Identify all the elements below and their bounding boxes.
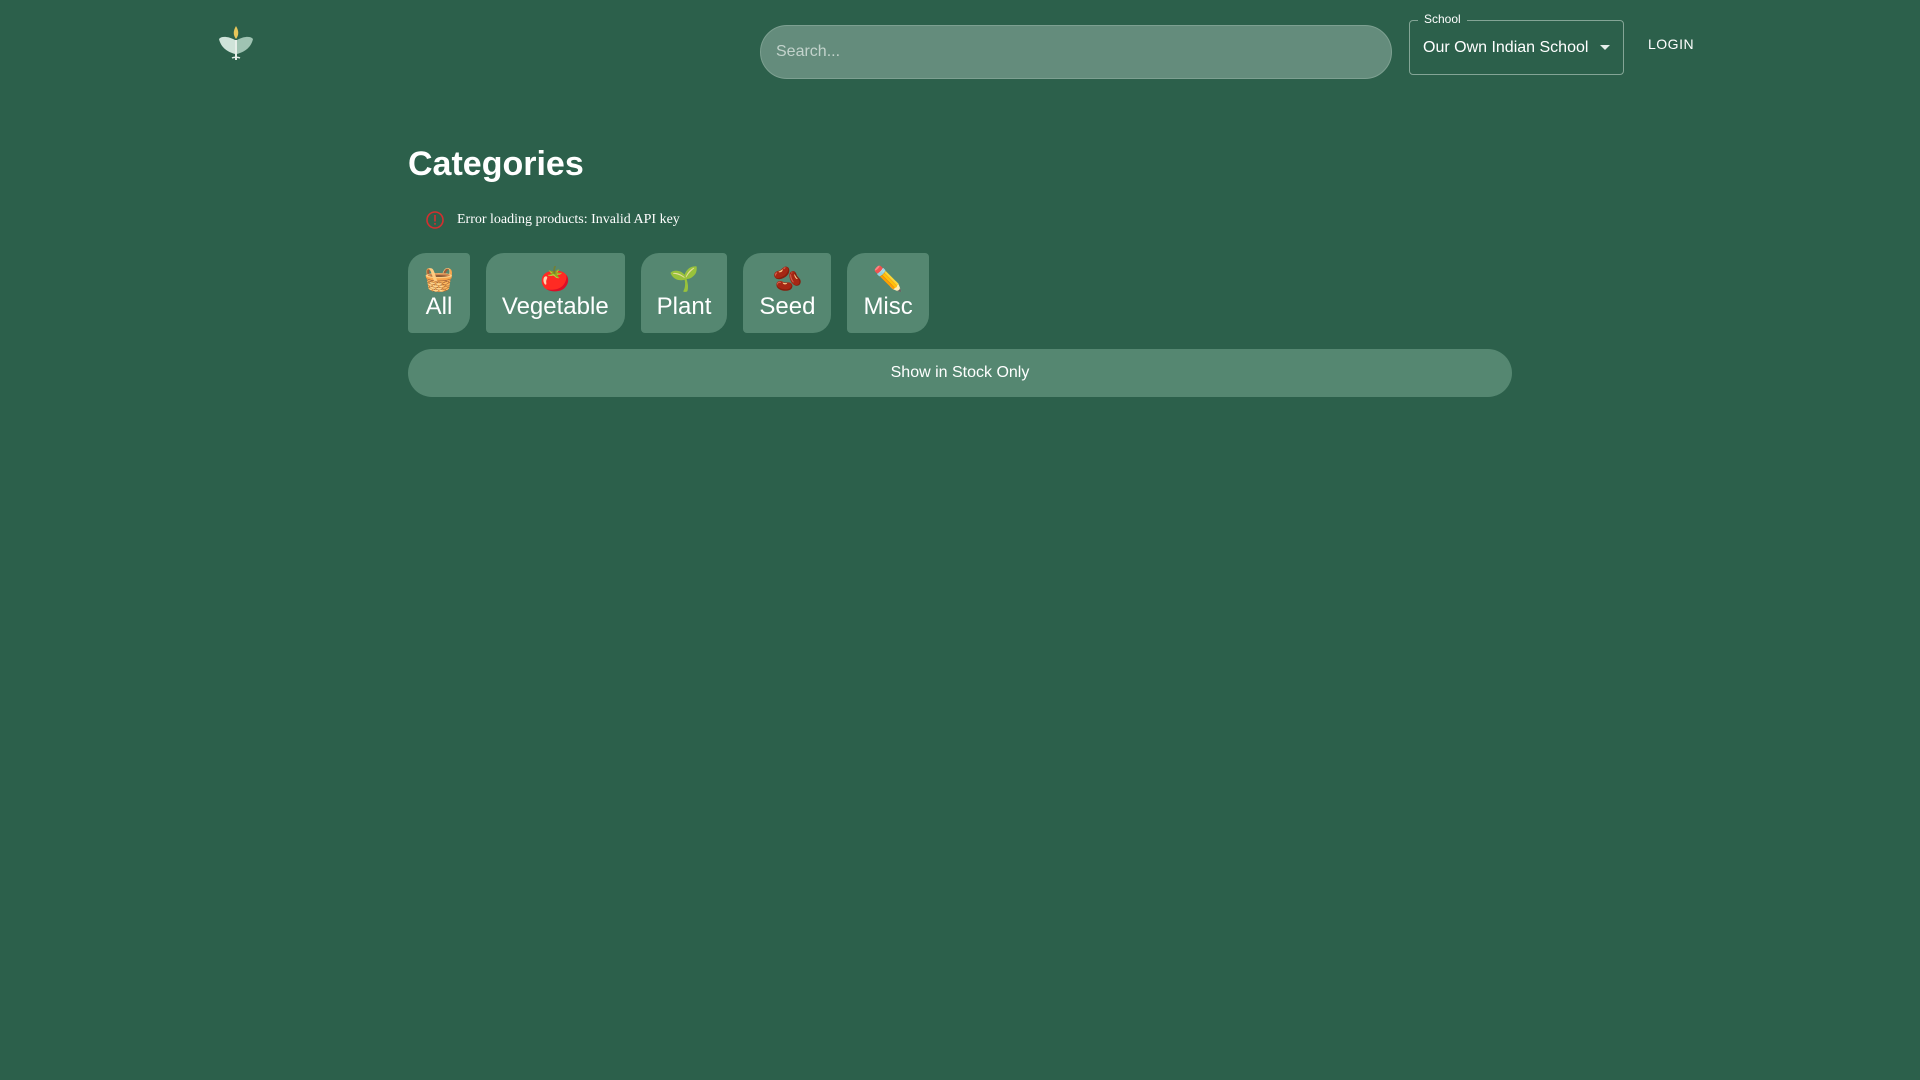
category-list: 🧺 All 🍅 Vegetable 🌱 Plant 🫘 Seed ✏️ Misc — [408, 253, 1512, 333]
school-select[interactable]: Our Own Indian School — [1409, 20, 1624, 75]
category-misc-button[interactable]: ✏️ Misc — [847, 253, 929, 333]
search-bar[interactable] — [760, 25, 1392, 79]
category-all-button[interactable]: 🧺 All — [408, 253, 470, 333]
error-alert: Error loading products: Invalid API key — [408, 206, 1512, 234]
school-select-label: School — [1418, 12, 1467, 26]
school-select-value: Our Own Indian School — [1423, 38, 1589, 56]
basket-icon: 🧺 — [424, 265, 454, 293]
category-label: Seed — [759, 293, 816, 320]
error-outline-icon — [426, 211, 444, 229]
category-label: Plant — [656, 293, 712, 320]
category-label: Vegetable — [501, 293, 609, 320]
show-in-stock-only-button[interactable]: Show in Stock Only — [408, 349, 1512, 397]
beans-icon: 🫘 — [772, 265, 803, 293]
category-plant-button[interactable]: 🌱 Plant — [640, 253, 728, 333]
category-vegetable-button[interactable]: 🍅 Vegetable — [485, 253, 625, 333]
sprout-logo-icon[interactable] — [218, 24, 254, 62]
pencil-icon: ✏️ — [873, 265, 904, 293]
category-seed-button[interactable]: 🫘 Seed — [743, 253, 832, 333]
main-content: Categories Error loading products: Inval… — [408, 140, 1512, 397]
login-button[interactable]: LOGIN — [1638, 28, 1704, 60]
category-label: All — [425, 293, 453, 320]
page-title: Categories — [408, 145, 584, 183]
app-header: Our Own Indian School School LOGIN — [0, 0, 1920, 100]
error-message: Error loading products: Invalid API key — [457, 212, 680, 227]
tomato-icon: 🍅 — [540, 265, 571, 293]
seedling-icon: 🌱 — [669, 265, 699, 293]
search-input[interactable] — [774, 42, 1378, 62]
chevron-down-icon[interactable] — [1600, 45, 1610, 50]
category-label: Misc — [863, 293, 913, 320]
